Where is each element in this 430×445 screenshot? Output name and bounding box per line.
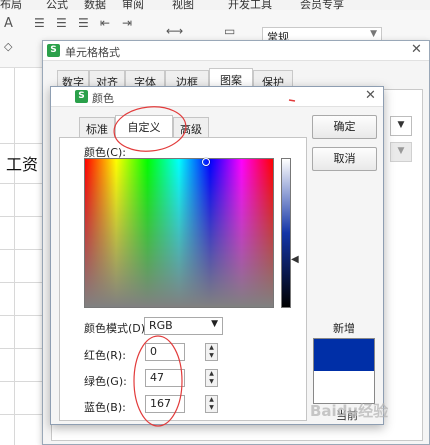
menu-item-member[interactable]: 会员专享 bbox=[300, 0, 344, 10]
cancel-button[interactable]: 取消 bbox=[312, 147, 377, 171]
color-model-label: 颜色模式(D) bbox=[84, 322, 146, 335]
outdent-icon[interactable]: ⇥ bbox=[122, 16, 132, 30]
align-left-icon[interactable]: ☰ bbox=[34, 16, 45, 30]
menu-item-layout[interactable]: 布局 bbox=[0, 0, 22, 10]
column-divider bbox=[14, 68, 15, 445]
blue-stepper[interactable]: ▲ ▼ bbox=[205, 395, 218, 413]
color-dialog-title: 颜色 bbox=[92, 92, 114, 105]
chevron-down-icon: ▼ bbox=[370, 29, 377, 39]
format-dialog-title: 单元格格式 bbox=[65, 46, 120, 59]
close-icon[interactable]: ✕ bbox=[365, 88, 376, 103]
close-icon[interactable]: ✕ bbox=[411, 42, 422, 57]
format-dialog-titlebar[interactable]: S 单元格格式 ✕ bbox=[43, 41, 429, 61]
green-label: 绿色(G): bbox=[84, 375, 127, 388]
new-color-swatch bbox=[313, 338, 375, 371]
align-center-icon[interactable]: ☰ bbox=[56, 16, 67, 30]
luminance-pointer-icon[interactable]: ◀ bbox=[291, 254, 299, 265]
spectrum-crosshair[interactable] bbox=[202, 158, 210, 166]
wrap-icon[interactable]: ▭ bbox=[224, 24, 235, 38]
tab-standard[interactable]: 标准 bbox=[79, 117, 115, 138]
luminance-slider[interactable] bbox=[281, 158, 291, 308]
green-input[interactable]: 47 bbox=[145, 369, 185, 387]
pattern-color-dropdown[interactable]: ▼ bbox=[390, 116, 412, 136]
merge-icon[interactable]: ⟷ bbox=[166, 24, 183, 38]
color-model-value: RGB bbox=[149, 319, 173, 332]
clear-format-icon[interactable]: ◇ bbox=[4, 40, 12, 53]
menu-item-devtools[interactable]: 开发工具 bbox=[228, 0, 272, 10]
green-stepper[interactable]: ▲ ▼ bbox=[205, 369, 218, 387]
watermark: Baidu经验 bbox=[310, 402, 389, 420]
column-header-cell[interactable]: 工资 bbox=[6, 151, 38, 175]
color-model-select[interactable]: RGB ▼ bbox=[144, 317, 223, 335]
menu-item-view[interactable]: 视图 bbox=[172, 0, 194, 10]
font-size-increase-icon[interactable]: A bbox=[4, 16, 13, 31]
wps-logo-icon: S bbox=[47, 44, 60, 57]
new-color-label: 新增 bbox=[333, 322, 355, 335]
tab-custom[interactable]: 自定义 bbox=[115, 115, 173, 138]
ok-button[interactable]: 确定 bbox=[312, 115, 377, 139]
color-dialog-titlebar[interactable]: S 颜色 ✕ bbox=[51, 87, 383, 107]
menu-item-data[interactable]: 数据 bbox=[84, 0, 106, 10]
pattern-style-dropdown[interactable]: ▼ bbox=[390, 142, 412, 162]
color-spectrum-picker[interactable] bbox=[84, 158, 274, 308]
red-input[interactable]: 0 bbox=[145, 343, 185, 361]
menu-bar: 布局 公式 数据 审阅 视图 开发工具 会员专享 bbox=[0, 0, 430, 10]
blue-label: 蓝色(B): bbox=[84, 401, 126, 414]
align-right-icon[interactable]: ☰ bbox=[78, 16, 89, 30]
menu-item-review[interactable]: 审阅 bbox=[122, 0, 144, 10]
red-stepper[interactable]: ▲ ▼ bbox=[205, 343, 218, 361]
red-label: 红色(R): bbox=[84, 349, 126, 362]
blue-input[interactable]: 167 bbox=[145, 395, 185, 413]
indent-icon[interactable]: ⇤ bbox=[100, 16, 110, 30]
wps-logo-icon: S bbox=[75, 90, 88, 103]
menu-item-formula[interactable]: 公式 bbox=[46, 0, 68, 10]
tab-advanced[interactable]: 高级 bbox=[173, 117, 209, 138]
chevron-down-icon: ▼ bbox=[211, 319, 218, 329]
